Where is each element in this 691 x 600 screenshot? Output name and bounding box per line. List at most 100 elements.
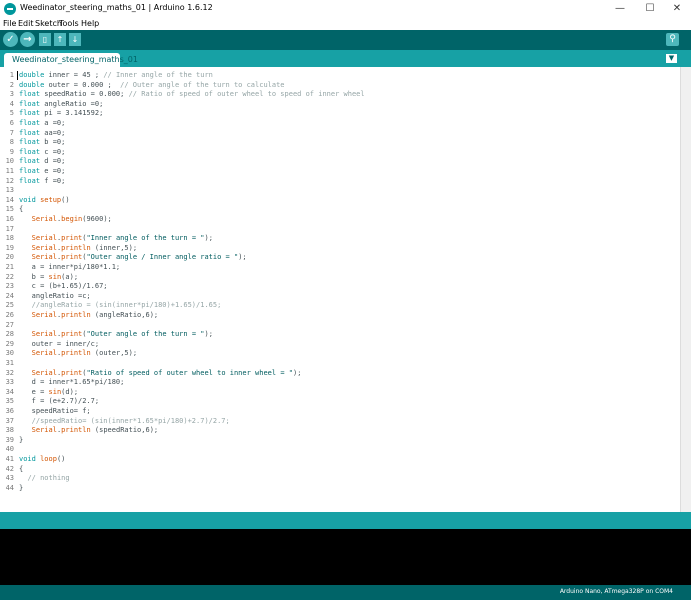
code-line[interactable]: 37 //speedRatio= (sin(inner*1.65*pi/180)… bbox=[0, 416, 680, 426]
code-line[interactable]: 21 a = inner*pi/180*1.1; bbox=[0, 262, 680, 272]
line-number: 24 bbox=[5, 291, 14, 300]
line-number: 27 bbox=[5, 320, 14, 329]
code-line[interactable]: 18 Serial.print("Inner angle of the turn… bbox=[0, 233, 680, 243]
code-line[interactable]: 13 bbox=[0, 185, 680, 195]
line-number: 43 bbox=[5, 474, 14, 483]
board-port-status: Arduino Nano, ATmega328P on COM4 bbox=[559, 588, 673, 595]
code-text: float aa=0; bbox=[19, 128, 66, 137]
code-text: a = inner*pi/180*1.1; bbox=[19, 263, 121, 271]
code-text: b = sin(a); bbox=[19, 272, 79, 281]
code-line[interactable]: 30 Serial.println (outer,5); bbox=[0, 348, 680, 358]
code-line[interactable]: 26 Serial.println (angleRatio,6); bbox=[0, 310, 680, 320]
tab-label: Weedinator_steering_maths_01 bbox=[12, 55, 138, 64]
menu-file[interactable]: File bbox=[3, 18, 16, 30]
status-bar: Arduino Nano, ATmega328P on COM4 bbox=[0, 585, 691, 600]
code-line[interactable]: 8 float b =0; bbox=[0, 137, 680, 147]
maximize-button[interactable]: ☐ bbox=[635, 0, 665, 18]
code-line[interactable]: 41 void loop() bbox=[0, 454, 680, 464]
upload-button[interactable]: → bbox=[20, 32, 35, 47]
code-line[interactable]: 19 Serial.println (inner,5); bbox=[0, 243, 680, 253]
code-line[interactable]: 9 float c =0; bbox=[0, 147, 680, 157]
code-line[interactable]: 11 float e =0; bbox=[0, 166, 680, 176]
code-line[interactable]: 22 b = sin(a); bbox=[0, 272, 680, 282]
menu-help[interactable]: Help bbox=[81, 18, 99, 30]
line-number: 33 bbox=[5, 378, 14, 387]
code-text: Serial.print("Outer angle of the turn = … bbox=[31, 330, 213, 339]
line-number: 25 bbox=[5, 301, 14, 310]
code-line[interactable]: 10 float d =0; bbox=[0, 156, 680, 166]
verify-button[interactable]: ✓ bbox=[3, 32, 18, 47]
code-line[interactable]: 4 float angleRatio =0; bbox=[0, 99, 680, 109]
code-line[interactable]: 17 bbox=[0, 224, 680, 234]
console-output[interactable] bbox=[0, 529, 691, 585]
code-line[interactable]: 3 float speedRatio = 0.000; // Ratio of s… bbox=[0, 89, 680, 99]
code-line[interactable]: 27 bbox=[0, 320, 680, 330]
code-line[interactable]: 2 double outer = 0.000 ; // Outer angle o… bbox=[0, 80, 680, 90]
line-number: 41 bbox=[5, 455, 14, 463]
code-line[interactable]: 43 // nothing bbox=[0, 473, 680, 483]
line-number: 6 bbox=[9, 119, 14, 127]
code-line[interactable]: 25 //angleRatio = (sin(inner*pi/180)+1.6… bbox=[0, 300, 680, 310]
line-number: 5 bbox=[9, 109, 14, 118]
line-number: 14 bbox=[5, 195, 14, 204]
code-line[interactable]: 34 e = sin(d); bbox=[0, 387, 680, 397]
code-line[interactable]: 42 { bbox=[0, 464, 680, 474]
code-line[interactable]: 32 Serial.print("Ratio of speed of outer… bbox=[0, 368, 680, 378]
editor-scrollbar[interactable] bbox=[680, 67, 691, 512]
open-button[interactable]: ↑ bbox=[54, 33, 66, 46]
code-line[interactable]: 36 speedRatio= f; bbox=[0, 406, 680, 416]
tab-sketch[interactable]: Weedinator_steering_maths_01 bbox=[4, 53, 138, 67]
close-button[interactable]: ✕ bbox=[662, 0, 691, 18]
code-text: float b =0; bbox=[19, 138, 66, 147]
code-text: } bbox=[19, 483, 24, 492]
minimize-button[interactable]: — bbox=[605, 0, 635, 18]
save-button[interactable]: ↓ bbox=[69, 33, 81, 46]
code-line[interactable]: 39} bbox=[0, 435, 680, 445]
line-number: 30 bbox=[5, 349, 14, 358]
arrow-up-icon: ↑ bbox=[56, 35, 64, 44]
menu-sketch[interactable]: Sketch bbox=[35, 18, 62, 30]
line-number: 20 bbox=[5, 253, 14, 262]
code-line[interactable]: 6 float a =0; bbox=[0, 118, 680, 128]
toolbar: ✓ → ▯ ↑ ↓ ⚲ bbox=[0, 30, 691, 50]
serial-monitor-button[interactable]: ⚲ bbox=[666, 33, 679, 46]
code-line[interactable]: 14 void setup() bbox=[0, 195, 680, 205]
arduino-logo-icon bbox=[4, 3, 16, 15]
new-button[interactable]: ▯ bbox=[39, 33, 51, 46]
line-number: 29 bbox=[5, 339, 14, 348]
code-line[interactable]: 24 angleRatio =c; bbox=[0, 291, 680, 301]
code-line[interactable]: 35 f = (e+2.7)/2.7; bbox=[0, 396, 680, 406]
line-number: 19 bbox=[5, 243, 14, 252]
code-line[interactable]: 20 Serial.print("Outer angle / Inner ang… bbox=[0, 252, 680, 262]
code-text: float pi = 3.141592; bbox=[19, 109, 104, 118]
code-line[interactable]: 1 double inner = 45 ; // Inner angle of t… bbox=[0, 70, 680, 80]
code-line[interactable]: 23 c = (b+1.65)/1.67; bbox=[0, 281, 680, 291]
code-text: float speedRatio = 0.000; // Ratio of sp… bbox=[19, 90, 365, 99]
code-line[interactable]: 15 { bbox=[0, 204, 680, 214]
code-line[interactable]: 5 float pi = 3.141592; bbox=[0, 108, 680, 118]
code-text: { bbox=[19, 464, 24, 473]
line-number: 16 bbox=[5, 215, 14, 223]
window-title: Weedinator_steering_maths_01 | Arduino 1… bbox=[20, 3, 213, 12]
code-line[interactable]: 7 float aa=0; bbox=[0, 128, 680, 138]
code-line[interactable]: 12 float f =0; bbox=[0, 176, 680, 186]
line-number: 18 bbox=[5, 234, 14, 243]
code-text: float d =0; bbox=[19, 157, 66, 166]
menu-edit[interactable]: Edit bbox=[18, 18, 34, 30]
code-line[interactable]: 38 Serial.println (speedRatio,6); bbox=[0, 425, 680, 435]
code-text: //speedRatio= (sin(inner*1.65*pi/180)+2.… bbox=[31, 416, 230, 425]
tab-menu-button[interactable]: ▼ bbox=[666, 54, 677, 63]
code-line[interactable]: 44} bbox=[0, 483, 680, 493]
code-line[interactable]: 16 Serial.begin(9600); bbox=[0, 214, 680, 224]
code-line[interactable]: 28 Serial.print("Outer angle of the turn… bbox=[0, 329, 680, 339]
code-text: d = inner*1.65*pi/180; bbox=[19, 378, 125, 387]
menu-tools[interactable]: Tools bbox=[59, 18, 79, 30]
line-number: 37 bbox=[5, 416, 14, 425]
code-line[interactable]: 29 outer = inner/c; bbox=[0, 339, 680, 349]
line-number: 42 bbox=[5, 464, 14, 473]
code-line[interactable]: 31 bbox=[0, 358, 680, 368]
code-editor[interactable]: 1 double inner = 45 ; // Inner angle of t… bbox=[0, 67, 680, 512]
code-line[interactable]: 40 bbox=[0, 444, 680, 454]
code-line[interactable]: 33 d = inner*1.65*pi/180; bbox=[0, 377, 680, 387]
code-text: //angleRatio = (sin(inner*pi/180)+1.65)/… bbox=[31, 301, 222, 310]
